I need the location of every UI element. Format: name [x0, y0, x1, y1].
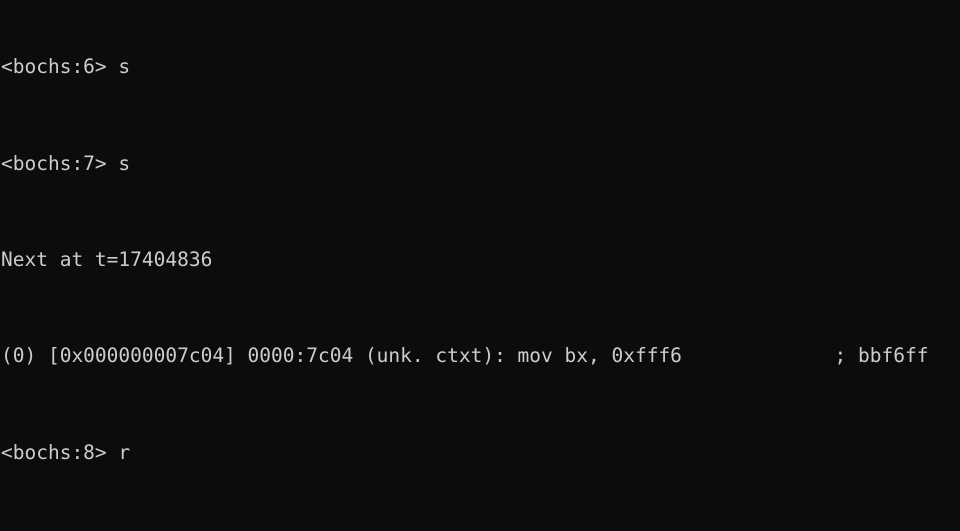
terminal-line-next-at: Next at t=17404836	[1, 248, 213, 272]
terminal-line-prompt-step: <bochs:7> s	[1, 151, 131, 175]
terminal-line-prompt-regs: <bochs:8> r	[1, 440, 131, 464]
terminal-output[interactable]: <bochs:6> s <bochs:7> s Next at t=174048…	[1, 0, 952, 531]
scrollback-clipped-line: <bochs:6> s	[1, 55, 131, 79]
terminal-line-disassembly: (0) [0x000000007c04] 0000:7c04 (unk. ctx…	[1, 344, 929, 368]
terminal-window[interactable]: <bochs:6> s <bochs:7> s Next at t=174048…	[0, 0, 960, 531]
